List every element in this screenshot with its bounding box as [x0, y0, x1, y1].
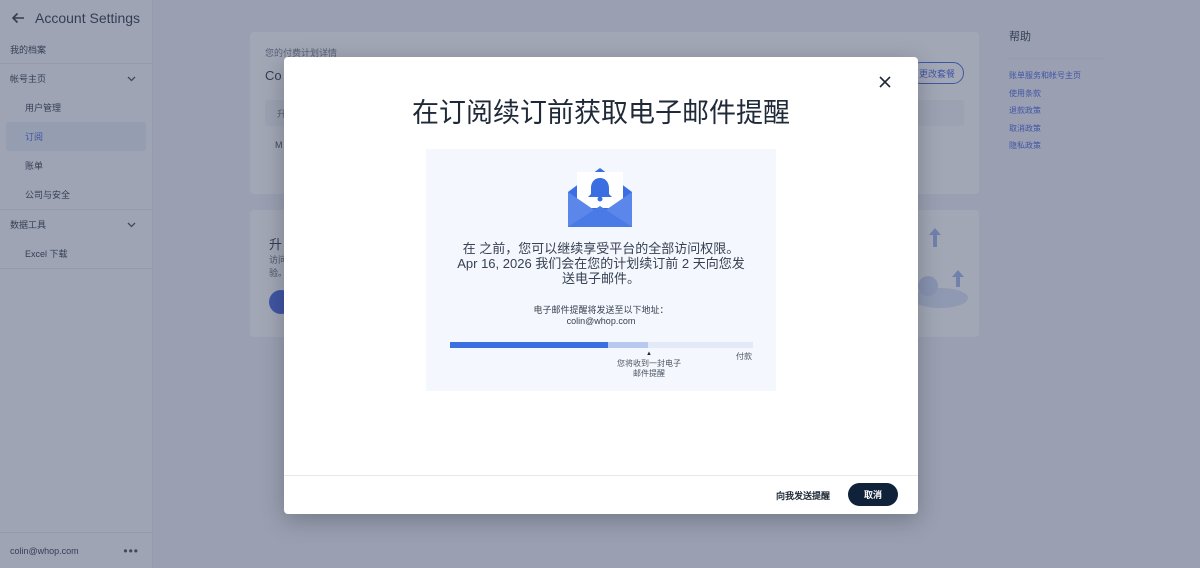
email-value: colin@whop.com [566, 316, 636, 326]
description-line: 在 之前，您可以继续享受平台的全部访问权限。 [462, 241, 740, 256]
modal-footer: 向我发送提醒 取消 [284, 475, 918, 514]
timeline-reminder-window [608, 342, 648, 348]
info-panel: 在 之前，您可以继续享受平台的全部访问权限。 Apr 16, 2026 我们会在… [426, 149, 776, 391]
cancel-button[interactable]: 取消 [848, 483, 898, 506]
reminder-description: 在 之前，您可以继续享受平台的全部访问权限。 Apr 16, 2026 我们会在… [446, 241, 756, 286]
triangle-marker-icon: ▲ [646, 351, 652, 357]
timeline-progress [450, 342, 608, 348]
reminder-modal: 在订阅续订前获取电子邮件提醒 在 之前，您可以继续享受平台的全部访问权限。 Ap… [284, 57, 918, 514]
envelope-bell-icon [568, 168, 632, 227]
timeline-bar [450, 342, 753, 348]
email-label: 电子邮件提醒将发送至以下地址： [533, 305, 669, 315]
modal-title: 在订阅续订前获取电子邮件提醒 [412, 98, 790, 128]
description-line: Apr 16, 2026 我们会在您的计划续订前 2 天向您发 [457, 256, 745, 271]
close-icon[interactable] [876, 73, 894, 91]
timeline-label-line: 邮件提醒 [633, 369, 665, 378]
timeline-payment-label: 付款 [736, 352, 752, 361]
timeline-label-line: 您将收到一封电子 [617, 359, 681, 368]
timeline-reminder-label: 您将收到一封电子 邮件提醒 [611, 359, 687, 379]
send-reminder-button[interactable]: 向我发送提醒 [776, 483, 830, 507]
description-line: 送电子邮件。 [561, 271, 640, 286]
